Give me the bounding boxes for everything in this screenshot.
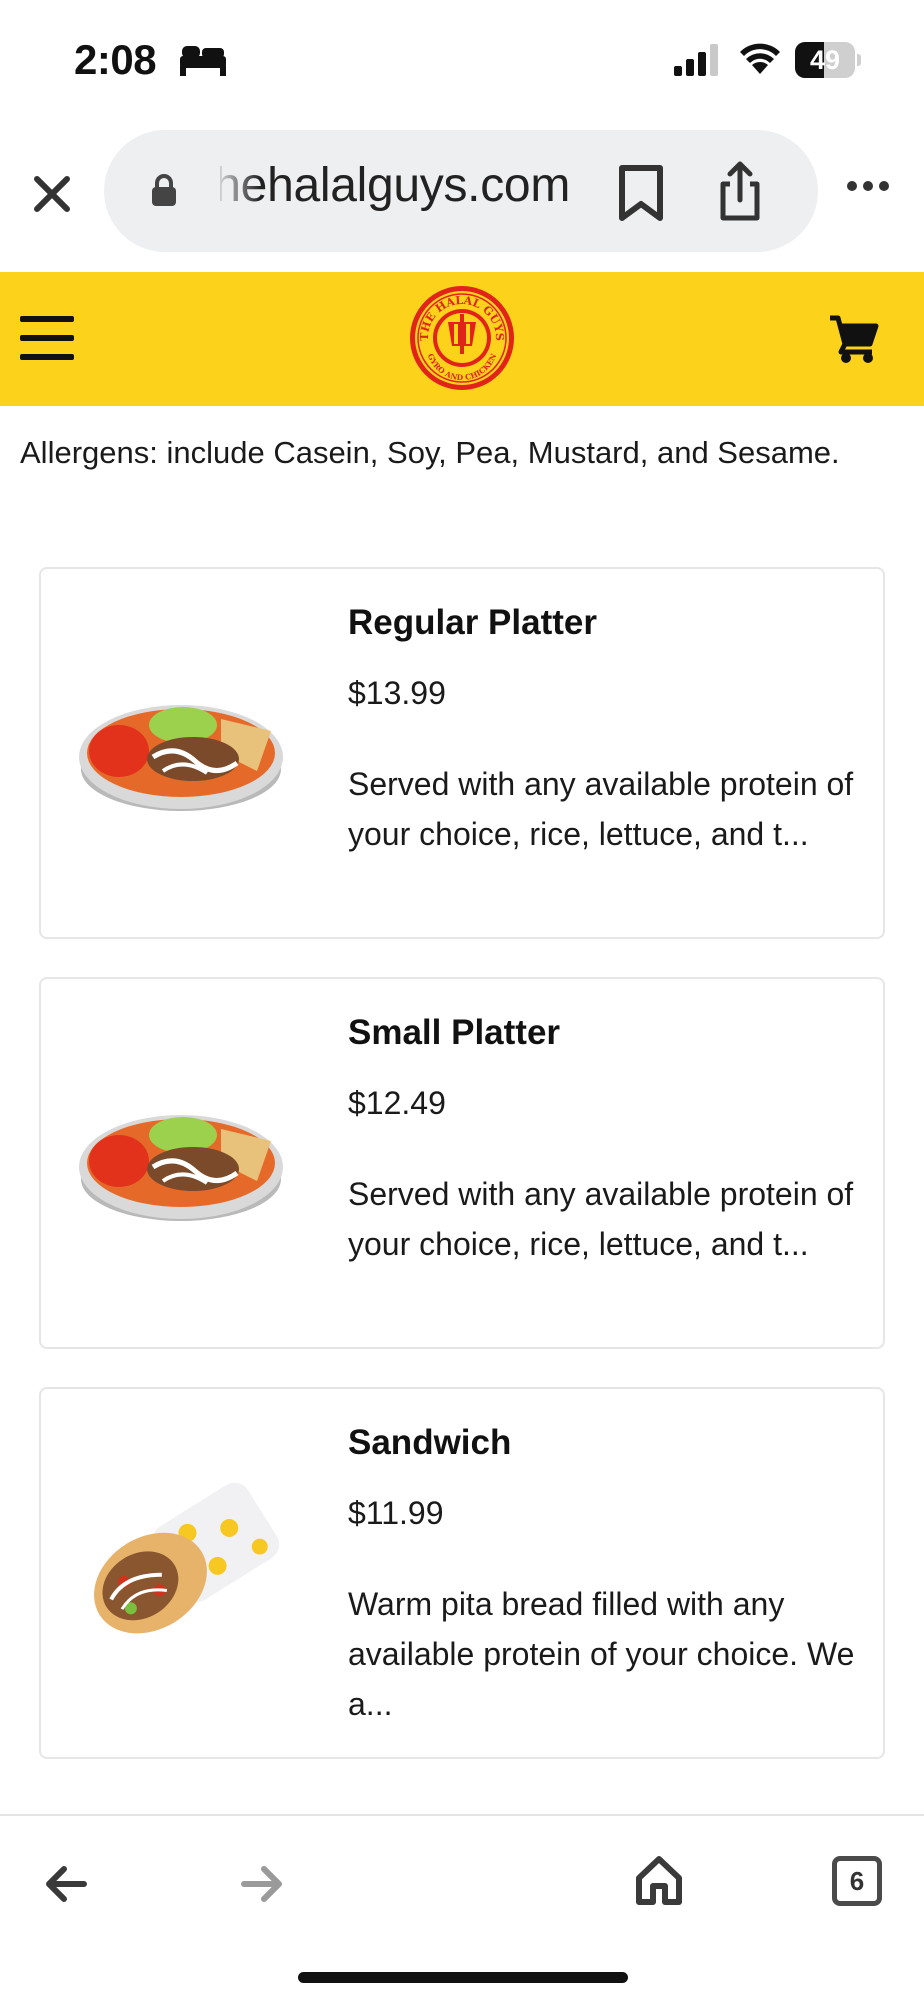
platter-image xyxy=(79,1115,283,1221)
site-header: THE HALAL GUYS GYRO AND CHICKEN xyxy=(0,272,924,406)
back-arrow-icon[interactable] xyxy=(44,1864,88,1904)
lock-icon xyxy=(152,174,176,206)
hamburger-menu-icon[interactable] xyxy=(20,316,74,360)
battery-level: 49 xyxy=(809,45,841,75)
item-price: $12.49 xyxy=(348,1085,446,1121)
status-bar: 2:08 49 xyxy=(0,0,924,120)
item-description: Warm pita bread filled with any availabl… xyxy=(348,1586,855,1722)
cart-icon[interactable] xyxy=(828,312,880,364)
item-description: Served with any available protein of you… xyxy=(348,1176,854,1262)
menu-item-card[interactable]: Sandwich $11.99 Warm pita bread filled w… xyxy=(39,1387,885,1759)
item-price: $11.99 xyxy=(348,1495,444,1531)
tabs-icon[interactable]: 6 xyxy=(832,1856,882,1906)
item-name: Regular Platter xyxy=(348,603,597,642)
item-name: Small Platter xyxy=(348,1013,561,1052)
halal-guys-logo[interactable]: THE HALAL GUYS GYRO AND CHICKEN xyxy=(408,284,516,392)
browser-toolbar: thehalalguys.com xyxy=(0,120,924,272)
item-price: $13.99 xyxy=(348,675,446,711)
platter-image xyxy=(79,705,283,811)
forward-arrow-icon[interactable] xyxy=(240,1864,284,1904)
status-time: 2:08 xyxy=(74,36,157,83)
home-indicator xyxy=(298,1972,628,1983)
sandwich-image xyxy=(94,1482,280,1634)
url-text: thehalalguys.com xyxy=(220,159,570,212)
address-bar[interactable]: thehalalguys.com xyxy=(104,130,818,252)
close-button[interactable] xyxy=(26,168,78,220)
allergens-notice: Allergens: include Casein, Soy, Pea, Mus… xyxy=(20,435,840,470)
more-icon[interactable] xyxy=(846,180,890,192)
menu-item-card[interactable]: Small Platter $12.49 Served with any ava… xyxy=(39,977,885,1349)
item-name: Sandwich xyxy=(348,1423,512,1462)
item-description: Served with any available protein of you… xyxy=(348,766,854,852)
battery-indicator: 49 xyxy=(795,42,861,78)
battery-icon: 49 xyxy=(795,42,855,78)
home-icon[interactable] xyxy=(634,1854,684,1906)
close-icon xyxy=(34,176,70,212)
wifi-icon xyxy=(740,43,780,74)
menu-item-card[interactable]: Regular Platter $13.99 Served with any a… xyxy=(39,567,885,939)
bed-icon xyxy=(180,46,226,76)
signal-icon xyxy=(674,44,718,76)
share-icon[interactable] xyxy=(718,160,762,222)
bookmark-icon[interactable] xyxy=(618,164,664,222)
